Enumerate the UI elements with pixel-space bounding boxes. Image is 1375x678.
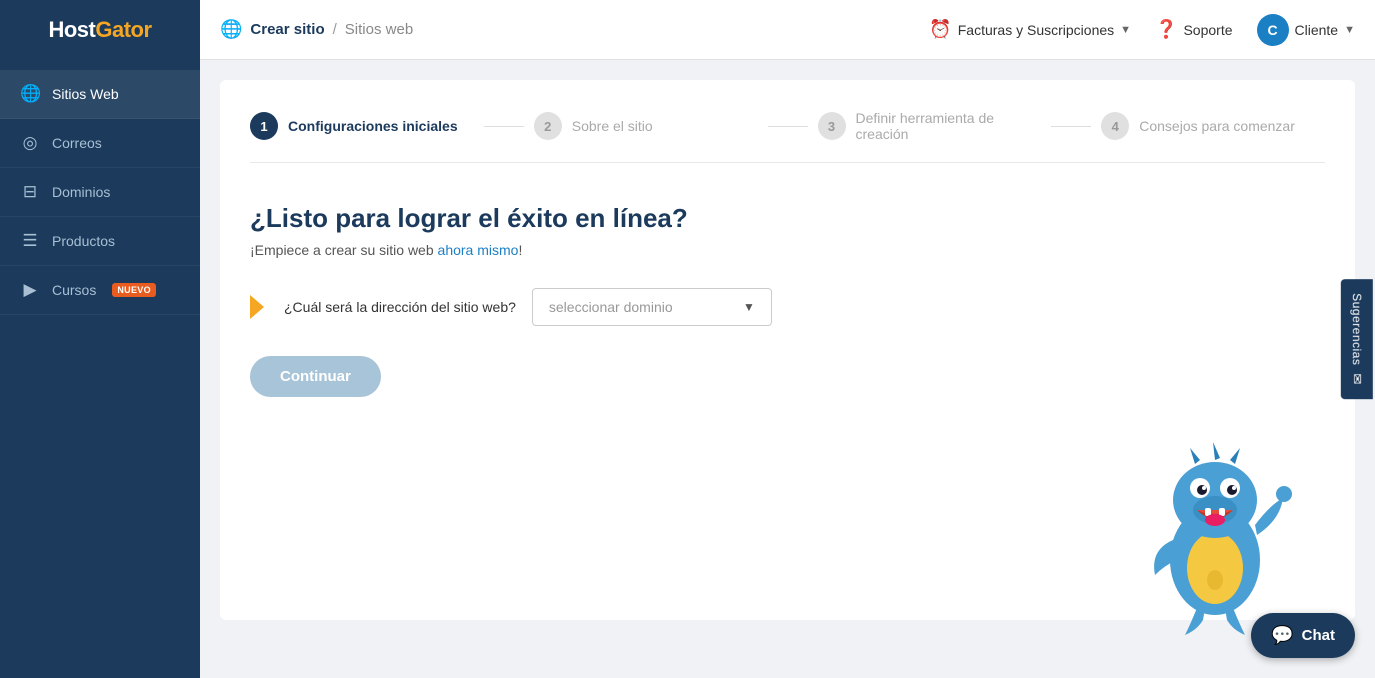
sidebar: 🌐 Sitios Web ◎ Correos ⊟ Dominios ☰ Prod… [0, 60, 200, 678]
step-divider-2 [768, 126, 808, 127]
logo-text: HostGator [48, 17, 151, 43]
page-subtitle: ¡Empiece a crear su sitio web ahora mism… [250, 242, 1325, 258]
sidebar-item-label: Cursos [52, 282, 96, 298]
billing-label: Facturas y Suscripciones [958, 22, 1114, 38]
step-1: 1 Configuraciones iniciales [250, 112, 474, 140]
breadcrumb-current[interactable]: Crear sitio [250, 21, 324, 38]
step-1-number: 1 [250, 112, 278, 140]
envelope-icon: ✉ [1349, 373, 1365, 384]
step-2: 2 Sobre el sitio [534, 112, 758, 140]
domain-row: ¿Cuál será la dirección del sitio web? s… [250, 288, 1325, 326]
sidebar-item-label: Dominios [52, 184, 110, 200]
sidebar-item-cursos[interactable]: ▶ Cursos NUEVO [0, 266, 200, 315]
step-3: 3 Definir herramienta de creación [818, 110, 1042, 142]
step-1-label: Configuraciones iniciales [288, 118, 458, 134]
sidebar-item-dominios[interactable]: ⊟ Dominios [0, 168, 200, 217]
correos-icon: ◎ [20, 133, 40, 153]
sugerencias-tab[interactable]: Sugerencias ✉ [1341, 279, 1373, 399]
client-label: Cliente [1295, 22, 1339, 38]
support-label: Soporte [1183, 22, 1232, 38]
avatar: C [1257, 14, 1289, 46]
header: HostGator 🌐 Crear sitio / Sitios web ⏰ F… [0, 0, 1375, 60]
chevron-down-icon: ▼ [743, 300, 755, 314]
chat-bubble-icon: 💬 [1271, 625, 1293, 646]
subtitle-prefix: ¡Empiece a crear su sitio web [250, 242, 438, 258]
mascot [1135, 420, 1295, 620]
breadcrumb-parent[interactable]: Sitios web [345, 21, 413, 38]
main-content: 1 Configuraciones iniciales 2 Sobre el s… [200, 60, 1375, 678]
client-menu[interactable]: C Cliente ▼ [1257, 14, 1355, 46]
step-divider-3 [1051, 126, 1091, 127]
step-4-number: 4 [1101, 112, 1129, 140]
domain-placeholder: seleccionar dominio [549, 299, 673, 315]
step-3-label: Definir herramienta de creación [856, 110, 1042, 142]
billing-chevron: ▼ [1120, 24, 1131, 36]
breadcrumb-separator: / [333, 21, 337, 38]
sitios-web-icon: 🌐 [20, 84, 40, 104]
chat-button[interactable]: 💬 Chat [1251, 613, 1355, 658]
page-title: ¿Listo para lograr el éxito en línea? [250, 203, 1325, 234]
sidebar-item-label: Productos [52, 233, 115, 249]
breadcrumb: 🌐 Crear sitio / Sitios web [220, 19, 929, 40]
cursos-icon: ▶ [20, 280, 40, 300]
sidebar-item-sitios-web[interactable]: 🌐 Sitios Web [0, 70, 200, 119]
flag-icon [250, 295, 264, 319]
continue-button[interactable]: Continuar [250, 356, 381, 397]
sidebar-item-correos[interactable]: ◎ Correos [0, 119, 200, 168]
billing-menu[interactable]: ⏰ Facturas y Suscripciones ▼ [929, 19, 1131, 40]
productos-icon: ☰ [20, 231, 40, 251]
sidebar-item-productos[interactable]: ☰ Productos [0, 217, 200, 266]
subtitle-suffix: ! [518, 242, 522, 258]
layout: 🌐 Sitios Web ◎ Correos ⊟ Dominios ☰ Prod… [0, 60, 1375, 678]
client-chevron: ▼ [1344, 24, 1355, 36]
header-actions: ⏰ Facturas y Suscripciones ▼ ❓ Soporte C… [929, 14, 1355, 46]
billing-icon: ⏰ [929, 19, 951, 40]
logo: HostGator [0, 0, 200, 60]
step-2-number: 2 [534, 112, 562, 140]
step-3-number: 3 [818, 112, 846, 140]
step-divider-1 [484, 126, 524, 127]
step-4: 4 Consejos para comenzar [1101, 112, 1325, 140]
globe-icon: 🌐 [220, 19, 242, 40]
nuevo-badge: NUEVO [112, 283, 156, 297]
support-menu[interactable]: ❓ Soporte [1155, 19, 1232, 40]
sidebar-item-label: Correos [52, 135, 102, 151]
dominios-icon: ⊟ [20, 182, 40, 202]
sugerencias-label: Sugerencias [1350, 293, 1364, 365]
step-2-label: Sobre el sitio [572, 118, 653, 134]
support-icon: ❓ [1155, 19, 1177, 40]
sidebar-item-label: Sitios Web [52, 86, 119, 102]
main-card: 1 Configuraciones iniciales 2 Sobre el s… [220, 80, 1355, 620]
subtitle-highlight: ahora mismo [438, 242, 519, 258]
chat-label: Chat [1302, 627, 1335, 644]
domain-question: ¿Cuál será la dirección del sitio web? [284, 299, 516, 315]
domain-select[interactable]: seleccionar dominio ▼ [532, 288, 772, 326]
steps-bar: 1 Configuraciones iniciales 2 Sobre el s… [250, 110, 1325, 163]
step-4-label: Consejos para comenzar [1139, 118, 1295, 134]
